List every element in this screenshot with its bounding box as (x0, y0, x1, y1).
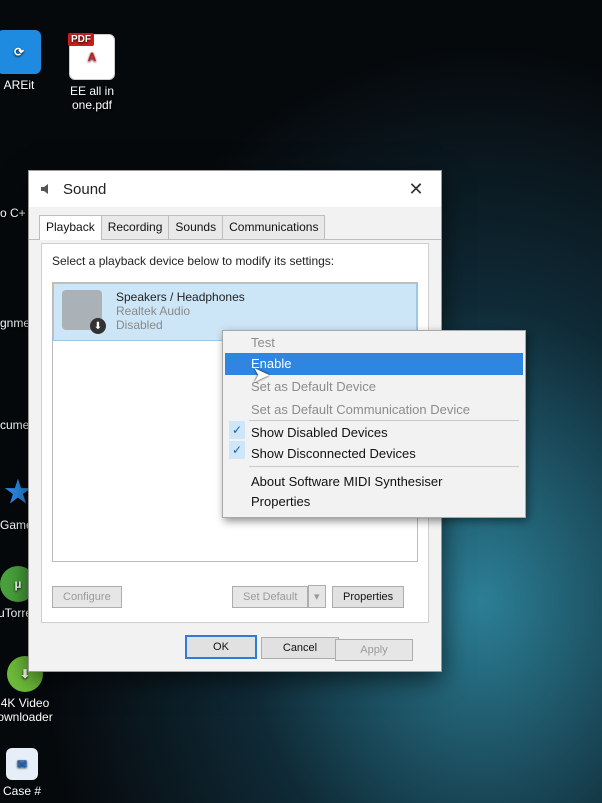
speaker-icon (41, 184, 48, 194)
disabled-arrow-icon: ⬇ (90, 318, 106, 334)
cancel-button[interactable]: Cancel (261, 637, 339, 659)
speaker-device-icon: ⬇ (62, 290, 106, 334)
set-default-button[interactable]: Set Default (232, 586, 309, 608)
desktop-icon-label: Case # (2, 784, 42, 798)
mouse-cursor-icon: ➤ (252, 362, 271, 387)
window-title: Sound (63, 180, 107, 198)
desktop-icon-label: 4K Video ownloader (0, 696, 53, 724)
device-driver: Realtek Audio (116, 304, 191, 318)
desktop-icon-case[interactable]: ✉ Case # (0, 748, 44, 798)
check-icon: ✓ (229, 421, 245, 439)
desktop-icon-pdf[interactable]: PDF A EE all in one.pdf (62, 33, 122, 112)
device-context-menu: Test Enable Set as Default Device Set as… (222, 330, 526, 518)
menu-separator (249, 466, 519, 467)
menu-item-properties[interactable]: Properties (251, 494, 310, 509)
menu-separator (249, 420, 519, 421)
instruction-text: Select a playback device below to modify… (52, 254, 335, 268)
set-default-dropdown[interactable]: ▾ (308, 585, 326, 608)
tab-playback[interactable]: Playback (39, 215, 102, 240)
menu-item-show-disabled[interactable]: Show Disabled Devices (251, 425, 388, 440)
desktop-icon-shareit[interactable]: ⟳ AREit (0, 30, 44, 92)
tab-sounds[interactable]: Sounds (168, 215, 224, 239)
pdf-file-icon: PDF A (68, 33, 115, 80)
menu-item-test[interactable]: Test (251, 335, 275, 350)
menu-item-about-midi[interactable]: About Software MIDI Synthesiser (251, 474, 442, 489)
menu-item-show-disconnected[interactable]: Show Disconnected Devices (251, 446, 416, 461)
document-icon: ✉ (6, 748, 38, 780)
left-fragment: o C+ (0, 206, 26, 220)
desktop-icon-label: EE all in one.pdf (69, 84, 115, 112)
desktop-icon-label: AREit (3, 78, 35, 92)
properties-button[interactable]: Properties (332, 586, 405, 608)
ok-button[interactable]: OK (185, 635, 257, 659)
shareit-icon: ⟳ (0, 30, 41, 74)
close-icon[interactable]: ✕ (401, 179, 431, 200)
check-icon: ✓ (229, 441, 245, 459)
apply-button[interactable]: Apply (335, 639, 413, 661)
configure-button[interactable]: Configure (52, 586, 122, 608)
device-name: Speakers / Headphones (116, 290, 245, 304)
tab-recording[interactable]: Recording (100, 215, 170, 239)
tab-communications[interactable]: Communications (222, 215, 326, 239)
left-fragment: gnme (0, 316, 31, 330)
menu-item-set-default-communication[interactable]: Set as Default Communication Device (251, 402, 470, 417)
pdf-badge: PDF (68, 33, 94, 46)
title-bar: Sound ✕ (29, 171, 441, 207)
tab-strip: Playback Recording Sounds Communications (29, 207, 441, 240)
